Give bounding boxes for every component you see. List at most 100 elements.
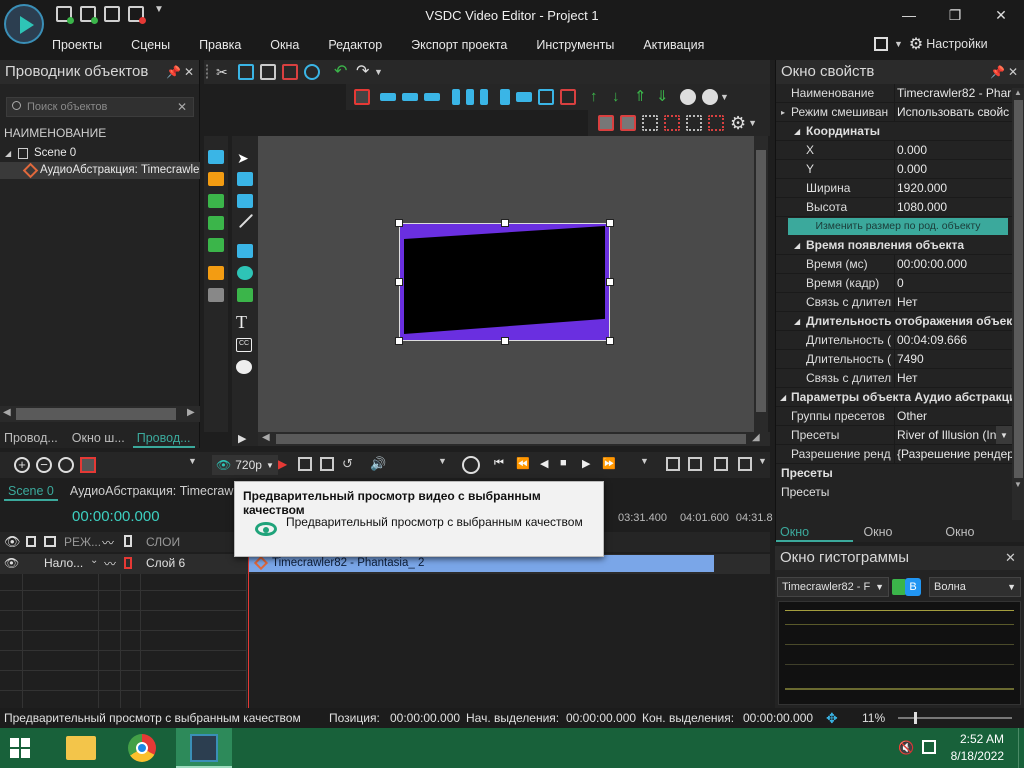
- move-up-icon[interactable]: ↑: [590, 89, 606, 105]
- align-center-icon[interactable]: [466, 89, 474, 105]
- scroll-thumb[interactable]: [16, 408, 176, 420]
- align-right-icon[interactable]: [480, 89, 488, 105]
- tree-item-scene[interactable]: ◢ Scene 0: [0, 145, 200, 162]
- resize-handle-nw[interactable]: [395, 219, 403, 227]
- property-value[interactable]: Использовать свойс: [894, 103, 1012, 122]
- property-row[interactable]: Длительность (7490: [776, 350, 1012, 369]
- property-row[interactable]: X 0.000: [776, 141, 1012, 160]
- property-row[interactable]: Связь с длитель Нет: [776, 293, 1012, 312]
- resize-to-parent-button[interactable]: Изменить размер по род. объекту: [788, 218, 1008, 235]
- video-preview-object[interactable]: [395, 219, 614, 345]
- pin-icon[interactable]: 📌: [990, 60, 1005, 84]
- distribute-timeline-icon[interactable]: [688, 457, 702, 471]
- tab-audio-abstraction[interactable]: АудиоАбстракция: Timecrawler: [66, 481, 251, 501]
- toolbar-dropdown-icon[interactable]: ▼: [188, 456, 197, 466]
- layer-film-icon[interactable]: [124, 535, 132, 547]
- chevron-down-icon[interactable]: ⌄: [90, 555, 98, 566]
- tab-resources[interactable]: Окно ресу...: [859, 522, 935, 559]
- property-value[interactable]: 1080.000: [894, 198, 1012, 217]
- expand-arrow-icon[interactable]: ◢: [5, 145, 11, 162]
- move-bottom-icon[interactable]: ⇓: [656, 89, 672, 105]
- channel-blue-button[interactable]: B: [905, 578, 921, 596]
- play-icon[interactable]: ▶: [582, 457, 590, 470]
- grid-dropdown-icon[interactable]: ▼: [748, 118, 757, 128]
- property-row[interactable]: Y 0.000: [776, 160, 1012, 179]
- resize-handle-s[interactable]: [501, 337, 509, 345]
- fit-zoom-icon[interactable]: ✥: [826, 708, 838, 728]
- scroll-right-icon[interactable]: ▶: [187, 407, 195, 418]
- menu-edit[interactable]: Правка: [199, 38, 241, 52]
- show-desktop-button[interactable]: [1018, 728, 1024, 768]
- move-top-icon[interactable]: ⇑: [634, 89, 650, 105]
- gear-icon[interactable]: ⚙: [909, 34, 923, 54]
- menu-scenes[interactable]: Сцены: [131, 38, 170, 52]
- add-subtitle-box-icon[interactable]: [237, 194, 253, 208]
- property-value[interactable]: Other: [894, 407, 1012, 426]
- canvas-vertical-scrollbar[interactable]: [754, 136, 768, 432]
- menu-tools[interactable]: Инструменты: [536, 38, 614, 52]
- tab-scene-0[interactable]: Scene 0: [4, 481, 58, 501]
- menu-projects[interactable]: Проекты: [52, 38, 102, 52]
- paste-icon[interactable]: [260, 64, 276, 80]
- tab-basic-effects[interactable]: Окно базов...: [941, 522, 1024, 559]
- distribute-h-icon[interactable]: [500, 89, 510, 105]
- property-row[interactable]: Время (кадр) 0: [776, 274, 1012, 293]
- select-all-icon[interactable]: [354, 89, 370, 105]
- chrome-taskbar-button[interactable]: [116, 728, 172, 768]
- same-size-icon[interactable]: [538, 89, 554, 105]
- add-line-icon[interactable]: [238, 213, 254, 229]
- property-row[interactable]: Время (мс) 00:00:00.000: [776, 255, 1012, 274]
- scroll-thumb[interactable]: [1014, 100, 1023, 478]
- rotate-icon[interactable]: ↺: [342, 456, 353, 472]
- close-button[interactable]: ✕: [978, 4, 1024, 26]
- step-back-icon[interactable]: ◀: [540, 457, 548, 470]
- property-row[interactable]: Разрешение ренд {Разрешение рендер: [776, 445, 1012, 464]
- undo-icon[interactable]: ↶: [334, 64, 350, 80]
- group-icon[interactable]: [680, 89, 696, 105]
- menu-editor[interactable]: Редактор: [328, 38, 382, 52]
- clear-search-icon[interactable]: ✕: [177, 98, 187, 116]
- property-value[interactable]: 0.000: [894, 160, 1012, 179]
- resize-handle-w[interactable]: [395, 278, 403, 286]
- add-sprite-icon[interactable]: [208, 172, 224, 186]
- trim-icon[interactable]: [320, 457, 334, 471]
- menu-windows[interactable]: Окна: [270, 38, 299, 52]
- search-objects-input[interactable]: Поиск объектов ✕: [6, 97, 194, 117]
- property-value[interactable]: 0.000: [894, 141, 1012, 160]
- same-frame-icon[interactable]: [560, 89, 576, 105]
- align-dropdown-icon[interactable]: ▼: [720, 92, 729, 102]
- align-left-icon[interactable]: [452, 89, 460, 105]
- canvas-settings-gear-icon[interactable]: ⚙: [730, 113, 746, 134]
- layer-blend-icon[interactable]: [44, 536, 56, 547]
- property-value[interactable]: 0: [894, 274, 1012, 293]
- track-blend-mode[interactable]: Нало...: [44, 556, 83, 570]
- property-row[interactable]: Наименование Timecrawler82 - Phar: [776, 84, 1012, 103]
- distribute-v-icon[interactable]: [516, 92, 532, 102]
- property-value[interactable]: 00:04:09.666: [894, 331, 1012, 350]
- property-row[interactable]: Ширина 1920.000: [776, 179, 1012, 198]
- grid-icon[interactable]: [642, 115, 658, 131]
- remove-layer-icon[interactable]: −: [36, 457, 52, 473]
- delete-icon[interactable]: [282, 64, 298, 80]
- menu-activation[interactable]: Активация: [643, 38, 704, 52]
- panel-close-icon[interactable]: ✕: [1005, 546, 1016, 570]
- snap-frame-icon[interactable]: [620, 115, 636, 131]
- scroll-down-icon[interactable]: ▼: [1014, 480, 1022, 489]
- chevron-down-icon[interactable]: ▼: [996, 426, 1012, 444]
- align-timeline-icon[interactable]: [666, 457, 680, 471]
- add-movement-icon[interactable]: [208, 288, 224, 302]
- vsdc-taskbar-button[interactable]: [176, 728, 232, 768]
- channel-green-icon[interactable]: [892, 579, 906, 595]
- align-top-icon[interactable]: [380, 93, 396, 101]
- scroll-left-icon[interactable]: ◀: [3, 407, 11, 418]
- menu-export[interactable]: Экспорт проекта: [411, 38, 507, 52]
- stop-icon[interactable]: ■: [560, 457, 567, 469]
- network-icon[interactable]: [922, 740, 936, 754]
- playhead[interactable]: [248, 532, 249, 708]
- timeline-empty-area[interactable]: [0, 574, 770, 708]
- tab-project-explorer[interactable]: Провод...: [0, 428, 62, 448]
- cut-split-icon[interactable]: [298, 457, 312, 471]
- scene-canvas[interactable]: [258, 136, 768, 432]
- volume-muted-icon[interactable]: 🔇: [898, 740, 914, 756]
- toolbar-dropdown-icon[interactable]: ▼: [640, 456, 649, 466]
